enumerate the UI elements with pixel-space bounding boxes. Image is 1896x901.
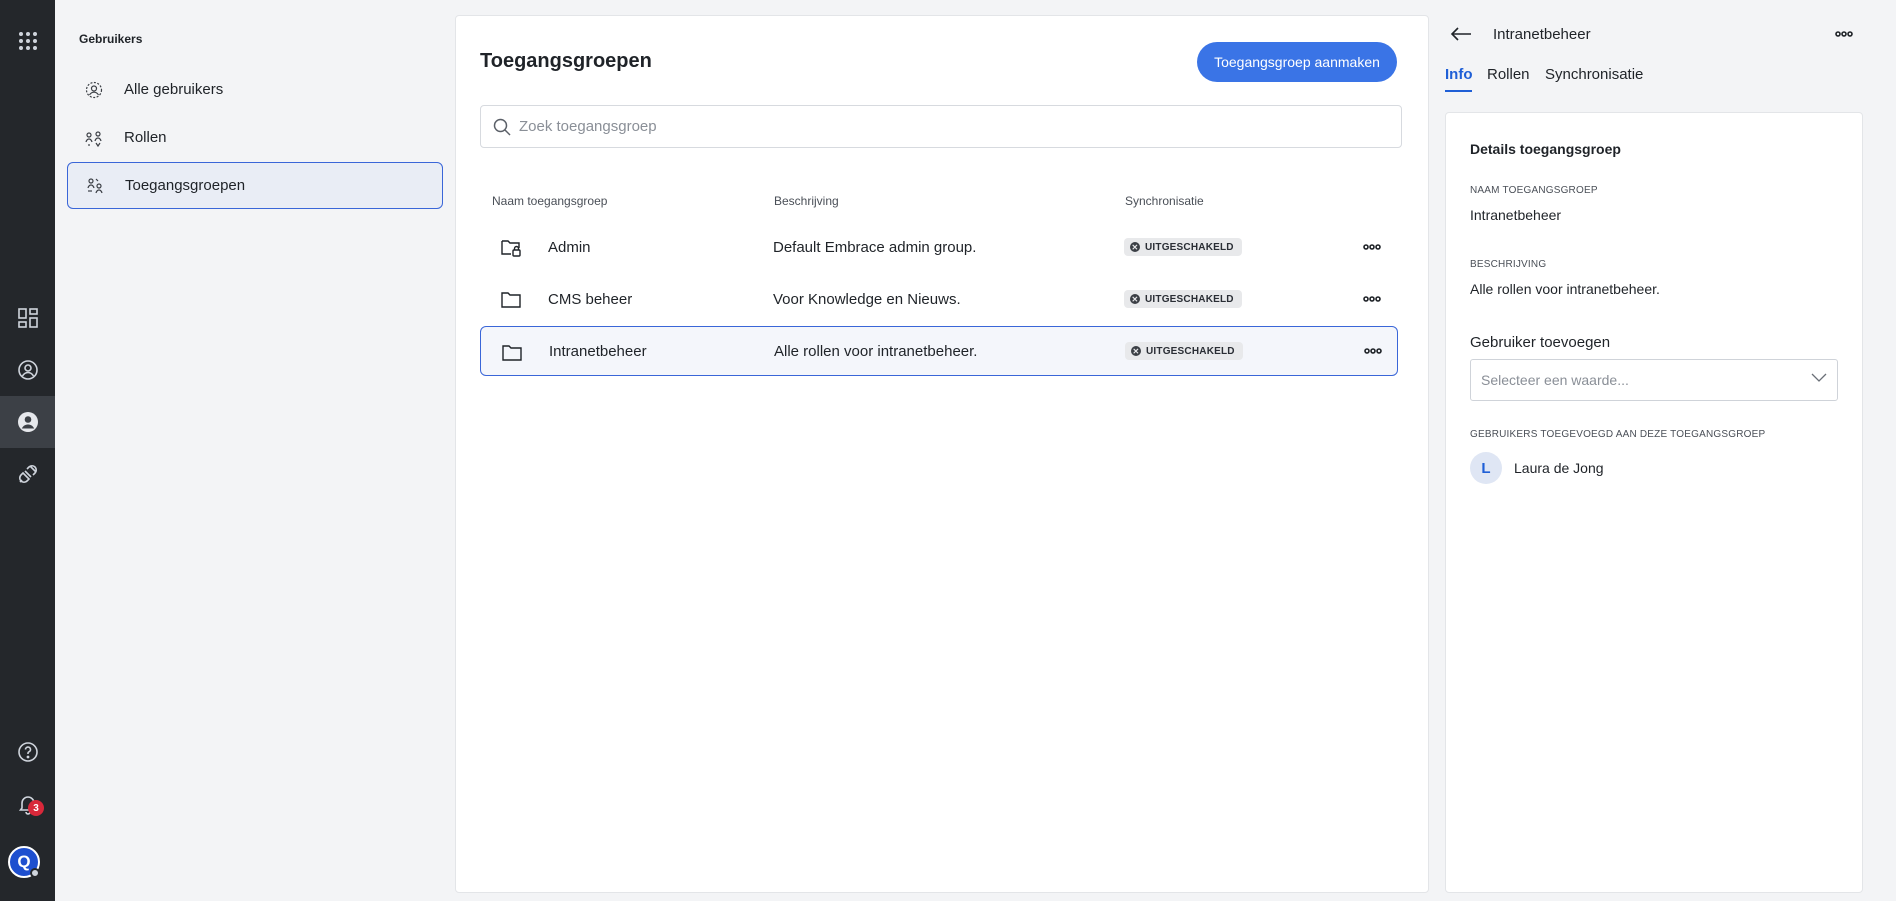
sidebar-item-label: Toegangsgroepen bbox=[125, 177, 246, 194]
sync-status-label: UITGESCHAKELD bbox=[1146, 345, 1235, 357]
main-panel: Toegangsgroepen Toegangsgroep aanmaken N… bbox=[455, 15, 1429, 893]
detail-title: Intranetbeheer bbox=[1493, 26, 1591, 43]
row-more-button[interactable] bbox=[1360, 235, 1384, 259]
search-icon bbox=[493, 118, 511, 136]
detail-panel: Intranetbeheer Info Rollen Synchronisati… bbox=[1429, 0, 1896, 901]
description-caption: BESCHRIJVING bbox=[1470, 259, 1547, 270]
sidebar-item-label: Rollen bbox=[124, 129, 167, 146]
sync-status-label: UITGESCHAKELD bbox=[1145, 241, 1234, 253]
member-name: Laura de Jong bbox=[1514, 460, 1604, 476]
table-row-selected[interactable]: Intranetbeheer Alle rollen voor intranet… bbox=[480, 326, 1398, 376]
description-value: Alle rollen voor intranetbeheer. bbox=[1470, 281, 1660, 297]
sidebar-item-toegangsgroepen[interactable]: Toegangsgroepen bbox=[67, 162, 443, 209]
row-more-button[interactable] bbox=[1361, 339, 1385, 363]
search-box bbox=[480, 105, 1402, 148]
table-row[interactable]: Admin Default Embrace admin group. ✕ UIT… bbox=[480, 222, 1398, 272]
status-dot-icon bbox=[30, 868, 40, 878]
tab-synchronisatie[interactable]: Synchronisatie bbox=[1545, 66, 1643, 83]
app-launcher-icon[interactable] bbox=[0, 15, 55, 67]
dashboard-icon[interactable] bbox=[0, 292, 55, 344]
help-icon[interactable] bbox=[0, 726, 55, 778]
sidebar-item-label: Alle gebruikers bbox=[124, 81, 224, 98]
page-title: Toegangsgroepen bbox=[480, 50, 652, 72]
group-description: Voor Knowledge en Nieuws. bbox=[773, 290, 961, 308]
name-caption: NAAM TOEGANGSGROEP bbox=[1470, 185, 1598, 196]
active-tab-indicator bbox=[1445, 90, 1472, 92]
group-description: Alle rollen voor intranetbeheer. bbox=[774, 342, 978, 360]
table-row[interactable]: CMS beheer Voor Knowledge en Nieuws. ✕ U… bbox=[480, 274, 1398, 324]
add-user-label: Gebruiker toevoegen bbox=[1470, 334, 1611, 351]
tab-info[interactable]: Info bbox=[1445, 66, 1473, 83]
users-admin-icon[interactable] bbox=[0, 396, 55, 448]
notifications-bell-icon[interactable]: 3 bbox=[0, 778, 55, 830]
more-horizontal-icon bbox=[1364, 348, 1382, 354]
column-header-name[interactable]: Naam toegangsgroep bbox=[492, 194, 607, 208]
folder-icon bbox=[501, 341, 523, 363]
users-icon bbox=[84, 80, 104, 100]
notification-count-badge: 3 bbox=[28, 800, 44, 816]
sidebar: Gebruikers Alle gebruikers Rollen Toegan… bbox=[55, 0, 453, 901]
profile-circle-icon[interactable] bbox=[0, 344, 55, 396]
plugin-icon[interactable] bbox=[0, 448, 55, 500]
access-groups-icon bbox=[85, 176, 105, 196]
more-horizontal-icon bbox=[1363, 296, 1381, 302]
profile-initial: Q bbox=[17, 852, 31, 871]
app-rail: 3 Q bbox=[0, 0, 55, 901]
select-placeholder: Selecteer een waarde... bbox=[1481, 372, 1629, 388]
sidebar-item-rollen[interactable]: Rollen bbox=[67, 114, 443, 161]
column-header-sync[interactable]: Synchronisatie bbox=[1125, 194, 1204, 208]
sync-status-badge: ✕ UITGESCHAKELD bbox=[1124, 238, 1242, 256]
sidebar-item-alle-gebruikers[interactable]: Alle gebruikers bbox=[67, 66, 443, 113]
more-horizontal-icon bbox=[1363, 244, 1381, 250]
column-header-description[interactable]: Beschrijving bbox=[774, 194, 839, 208]
details-card: Details toegangsgroep NAAM TOEGANGSGROEP… bbox=[1445, 112, 1863, 893]
group-name: CMS beheer bbox=[548, 290, 633, 308]
sidebar-title: Gebruikers bbox=[79, 32, 143, 46]
sync-status-badge: ✕ UITGESCHAKELD bbox=[1125, 342, 1243, 360]
chevron-down-icon bbox=[1811, 373, 1827, 382]
add-user-select[interactable]: Selecteer een waarde... bbox=[1470, 359, 1838, 401]
locked-folder-icon bbox=[500, 236, 522, 258]
disabled-x-icon: ✕ bbox=[1130, 294, 1140, 304]
disabled-x-icon: ✕ bbox=[1131, 346, 1141, 356]
create-access-group-button[interactable]: Toegangsgroep aanmaken bbox=[1197, 42, 1397, 82]
avatar: L bbox=[1470, 452, 1502, 484]
tab-rollen[interactable]: Rollen bbox=[1487, 66, 1530, 83]
back-arrow-icon[interactable] bbox=[1449, 24, 1473, 44]
group-name: Admin bbox=[548, 238, 591, 256]
members-caption: GEBRUIKERS TOEGEVOEGD AAN DEZE TOEGANGSG… bbox=[1470, 429, 1766, 440]
member-item[interactable]: L Laura de Jong bbox=[1470, 452, 1604, 484]
disabled-x-icon: ✕ bbox=[1130, 242, 1140, 252]
group-description: Default Embrace admin group. bbox=[773, 238, 977, 256]
sync-status-label: UITGESCHAKELD bbox=[1145, 293, 1234, 305]
profile-avatar[interactable]: Q bbox=[8, 846, 40, 878]
roles-icon bbox=[84, 128, 104, 148]
sync-status-badge: ✕ UITGESCHAKELD bbox=[1124, 290, 1242, 308]
detail-more-button[interactable] bbox=[1832, 24, 1856, 44]
group-name: Intranetbeheer bbox=[549, 342, 647, 360]
search-input[interactable] bbox=[519, 118, 1379, 135]
more-horizontal-icon bbox=[1835, 31, 1853, 37]
row-more-button[interactable] bbox=[1360, 287, 1384, 311]
folder-icon bbox=[500, 288, 522, 310]
card-title: Details toegangsgroep bbox=[1470, 141, 1621, 157]
name-value: Intranetbeheer bbox=[1470, 207, 1562, 223]
